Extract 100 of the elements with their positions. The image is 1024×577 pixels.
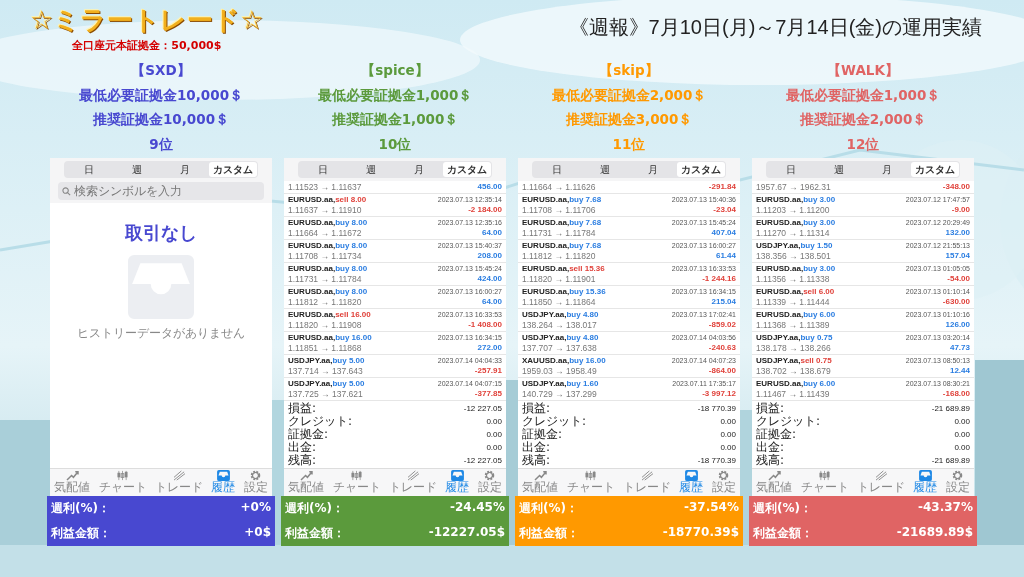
- trade-profit: 61.44: [715, 251, 736, 261]
- period-tab[interactable]: 週: [113, 162, 161, 177]
- summary-value: -21 689.89: [931, 455, 970, 467]
- period-tab[interactable]: カスタム: [209, 162, 257, 177]
- trade-prices: 1959.03 → 1958.49: [522, 366, 597, 376]
- nav-tab[interactable]: 設定: [941, 469, 975, 496]
- period-tab[interactable]: 月: [161, 162, 209, 177]
- trade-profit: -168.00: [942, 389, 970, 399]
- weekly-return-label: 週利(%)：: [753, 500, 812, 517]
- period-tab[interactable]: 月: [629, 162, 677, 177]
- trade-prices: 138.356 → 138.501: [756, 251, 831, 261]
- candlestick-icon: [818, 470, 832, 481]
- nav-tab[interactable]: チャート: [796, 469, 853, 496]
- nav-tab[interactable]: トレード: [384, 469, 442, 496]
- candlestick-icon: [584, 470, 598, 481]
- trade-profit: -257.91: [474, 366, 502, 376]
- summary-value: 0.00: [954, 429, 970, 441]
- nav-tab[interactable]: チャート: [562, 469, 619, 496]
- period-tab[interactable]: 日: [65, 162, 113, 177]
- trade-profit: -377.85: [474, 389, 502, 399]
- recommended-margin: 推奨証拠金3,000＄: [565, 110, 693, 129]
- nav-tab[interactable]: 気配値: [752, 469, 797, 496]
- trade-prices: 1.11356 → 1.11338: [756, 274, 830, 284]
- nav-tab[interactable]: トレード: [618, 469, 676, 496]
- period-tab[interactable]: 日: [533, 162, 581, 177]
- trade-profit: -1 408.00: [468, 320, 502, 330]
- trade-prices: 1.11203 → 1.11200: [756, 205, 830, 215]
- period-tab[interactable]: 月: [395, 162, 443, 177]
- period-tab[interactable]: 週: [347, 162, 395, 177]
- nav-tab[interactable]: チャート: [328, 469, 385, 496]
- period-tab[interactable]: 週: [581, 162, 629, 177]
- period-tab[interactable]: カスタム: [443, 162, 491, 177]
- weekly-return-value: -37.54%: [684, 500, 739, 516]
- minimum-margin: 最低必要証拠金1,000＄: [785, 85, 941, 104]
- trade-prices: 1.11708 → 1.11706: [522, 205, 596, 215]
- trade-prices: 1.11368 → 1.11389: [756, 320, 830, 330]
- summary-value: -18 770.39: [697, 403, 736, 415]
- summary-label: 損益:: [756, 402, 785, 415]
- gear-icon: [483, 470, 497, 481]
- profit-amount-label: 利益金額：: [753, 525, 813, 542]
- nav-tab[interactable]: 気配値: [518, 469, 563, 496]
- trend-arrow-icon: [533, 470, 547, 481]
- trend-lines-icon: [172, 470, 186, 481]
- trade-row[interactable]: 1.11523 → 1.11637 456.00: [284, 181, 506, 194]
- trade-row[interactable]: 1957.67 → 1962.31 -348.00: [752, 181, 974, 194]
- trade-prices: 1.11637 → 1.11910: [288, 205, 362, 215]
- trade-profit: 215.04: [711, 297, 736, 307]
- summary-label: 出金:: [522, 441, 551, 454]
- search-field[interactable]: 検索シンボルを入力: [58, 182, 264, 200]
- inbox-icon: [216, 470, 230, 481]
- trade-profit: 64.00: [481, 297, 502, 307]
- nav-tab[interactable]: トレード: [852, 469, 910, 496]
- nav-tab[interactable]: 設定: [239, 469, 273, 496]
- nav-tab[interactable]: 履歴: [675, 469, 708, 496]
- account-name: 【skip】: [599, 61, 659, 80]
- trade-profit: -3 997.12: [702, 389, 736, 399]
- period-tab[interactable]: 日: [767, 162, 815, 177]
- trade-symbol: EURUSD.aa,buy 8.00: [288, 218, 368, 228]
- no-trades-title: 取引なし: [125, 221, 197, 245]
- nav-tab[interactable]: 気配値: [284, 469, 329, 496]
- weekly-return-label: 週利(%)：: [51, 500, 110, 517]
- nav-tab[interactable]: チャート: [94, 469, 151, 496]
- nav-tab[interactable]: 履歴: [441, 469, 474, 496]
- summary-label: 出金:: [756, 441, 785, 454]
- summary-label: 残高:: [288, 454, 317, 467]
- trade-prices: 1.11270 → 1.11314: [756, 228, 830, 238]
- nav-tab[interactable]: 気配値: [50, 469, 95, 496]
- trade-symbol: USDJPY.aa,buy 4.80: [522, 333, 599, 343]
- trade-prices: 137.714 → 137.643: [288, 366, 363, 376]
- trade-prices: 138.264 → 138.017: [522, 320, 597, 330]
- trade-profit: -2 184.00: [468, 205, 502, 215]
- nav-tab[interactable]: 履歴: [207, 469, 240, 496]
- summary-value: -18 770.39: [697, 455, 736, 467]
- trend-arrow-icon: [767, 470, 781, 481]
- trade-prices: 137.707 → 137.638: [522, 343, 597, 353]
- period-tab[interactable]: 月: [863, 162, 911, 177]
- minimum-margin: 最低必要証拠金10,000＄: [78, 85, 244, 104]
- period-tab[interactable]: 週: [815, 162, 863, 177]
- trade-profit: -23.04: [713, 205, 736, 215]
- trend-lines-icon: [640, 470, 654, 481]
- trade-profit: 407.04: [711, 228, 736, 238]
- period-tab[interactable]: カスタム: [911, 162, 959, 177]
- trade-prices: 1.11812 → 1.11820: [288, 297, 362, 307]
- recommended-margin: 推奨証拠金10,000＄: [92, 110, 230, 129]
- trade-symbol: USDJPY.aa,buy 1.50: [756, 241, 833, 251]
- period-tab[interactable]: カスタム: [677, 162, 725, 177]
- nav-tab[interactable]: 設定: [473, 469, 507, 496]
- trade-row[interactable]: 1.11664 → 1.11626 -291.84: [518, 181, 740, 194]
- nav-tab[interactable]: トレード: [150, 469, 208, 496]
- trade-symbol: USDJPY.aa,buy 0.75: [756, 333, 833, 343]
- summary-label: 残高:: [756, 454, 785, 467]
- nav-tab[interactable]: 設定: [707, 469, 741, 496]
- period-tab[interactable]: 日: [299, 162, 347, 177]
- nav-tab[interactable]: 履歴: [909, 469, 942, 496]
- account-name: 【WALK】: [827, 61, 899, 80]
- logo-title: ☆ミラートレード☆: [30, 4, 264, 36]
- summary-value: 0.00: [720, 442, 736, 454]
- summary-value: 0.00: [486, 416, 502, 428]
- summary-label: 残高:: [522, 454, 551, 467]
- trade-profit: -291.84: [708, 182, 736, 192]
